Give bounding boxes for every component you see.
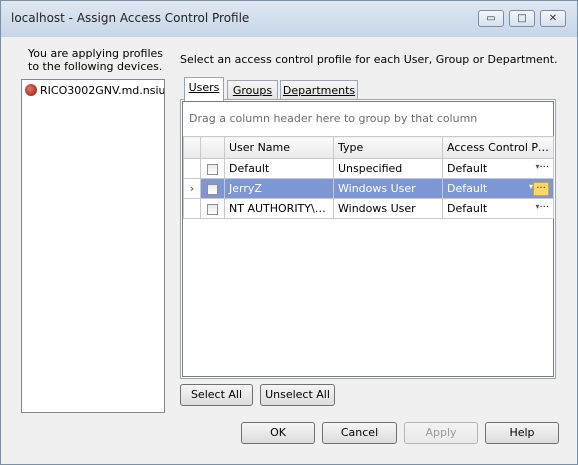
users-grid: Drag a column header here to group by th… [182, 101, 554, 377]
profile-cell[interactable]: ··· ▾ Default [442, 178, 554, 199]
dropdown-arrow-icon[interactable]: ▾ [529, 182, 533, 191]
close-button[interactable]: ✕ [540, 10, 566, 27]
row-indicator [183, 158, 201, 179]
row-indicator: › [183, 178, 201, 199]
tab-users-label: Users [188, 81, 220, 94]
ellipsis-icon[interactable]: ··· [539, 162, 549, 173]
table-header-row: User Name Type Access Control Pro... [183, 136, 554, 159]
table-row[interactable]: NT AUTHORITY\SY... Windows User ··· ▾ Defa… [183, 198, 554, 219]
device-item[interactable]: RICO3002GNV.md.nsius.c [25, 84, 165, 97]
cancel-button[interactable]: Cancel [322, 422, 397, 444]
row-checkbox[interactable] [200, 178, 225, 199]
profile-value: Default [447, 162, 488, 175]
ok-button[interactable]: OK [241, 422, 315, 444]
column-header-user-name[interactable]: User Name [224, 136, 334, 159]
dialog-window: localhost - Assign Access Control Profil… [0, 0, 578, 465]
tab-departments[interactable]: Departments [280, 80, 358, 100]
printer-device-icon [25, 84, 37, 96]
users-table: User Name Type Access Control Pro... Def… [183, 136, 554, 219]
close-icon: ✕ [548, 13, 558, 24]
type-cell: Windows User [333, 198, 443, 219]
unselect-all-button[interactable]: Unselect All [260, 384, 335, 406]
title-bar: localhost - Assign Access Control Profil… [1, 1, 577, 37]
indicator-header [183, 136, 201, 159]
checkbox-header[interactable] [200, 136, 225, 159]
checkbox-icon[interactable] [207, 183, 218, 195]
window-title: localhost - Assign Access Control Profil… [11, 11, 250, 25]
user-name-cell: JerryZ [224, 178, 334, 199]
restore-icon: □ [517, 13, 527, 24]
dialog-client: You are applying profiles to the followi… [9, 37, 569, 457]
select-all-button[interactable]: Select All [180, 384, 253, 406]
profile-value: Default [447, 202, 488, 215]
profile-cell[interactable]: ··· ▾ Default [442, 158, 554, 179]
type-cell: Unspecified [333, 158, 443, 179]
restore-button[interactable]: □ [509, 10, 535, 27]
row-checkbox[interactable] [200, 158, 225, 179]
device-name: RICO3002GNV.md.nsius.c [40, 84, 165, 97]
ellipsis-icon[interactable]: ··· [539, 202, 549, 213]
instruction-text: Select an access control profile for eac… [180, 53, 558, 66]
minimize-icon: ▭ [486, 13, 496, 24]
tab-users[interactable]: Users [184, 77, 224, 101]
ellipsis-button[interactable]: ··· [533, 181, 549, 196]
row-checkbox[interactable] [200, 198, 225, 219]
table-row[interactable]: › JerryZ Windows User ··· ▾ Default [183, 178, 554, 199]
tab-departments-label: Departments [282, 84, 356, 97]
tab-groups-label: Groups [232, 84, 273, 97]
devices-info-text: You are applying profiles to the followi… [28, 47, 163, 73]
column-header-type[interactable]: Type [333, 136, 443, 159]
profile-cell[interactable]: ··· ▾ Default [442, 198, 554, 219]
dropdown-arrow-icon[interactable]: ▾ [535, 162, 539, 171]
user-name-cell: Default [224, 158, 334, 179]
ellipsis-icon[interactable]: ··· [533, 181, 549, 196]
minimize-button[interactable]: ▭ [478, 10, 504, 27]
group-by-hint[interactable]: Drag a column header here to group by th… [183, 102, 553, 136]
device-list[interactable]: RICO3002GNV.md.nsius.c [21, 79, 165, 413]
profile-value: Default [447, 181, 488, 195]
column-header-access-profile[interactable]: Access Control Pro... [442, 136, 554, 159]
checkbox-icon[interactable] [207, 163, 218, 175]
checkbox-icon[interactable] [207, 203, 218, 215]
help-button[interactable]: Help [485, 422, 559, 444]
user-name-cell: NT AUTHORITY\SY... [224, 198, 334, 219]
type-cell: Windows User [333, 178, 443, 199]
row-indicator [183, 198, 201, 219]
dropdown-arrow-icon[interactable]: ▾ [535, 202, 539, 211]
users-tab-panel: Drag a column header here to group by th… [180, 99, 556, 379]
table-row[interactable]: Default Unspecified ··· ▾ Default [183, 158, 554, 179]
tab-groups[interactable]: Groups [227, 80, 278, 100]
apply-button[interactable]: Apply [404, 422, 478, 444]
